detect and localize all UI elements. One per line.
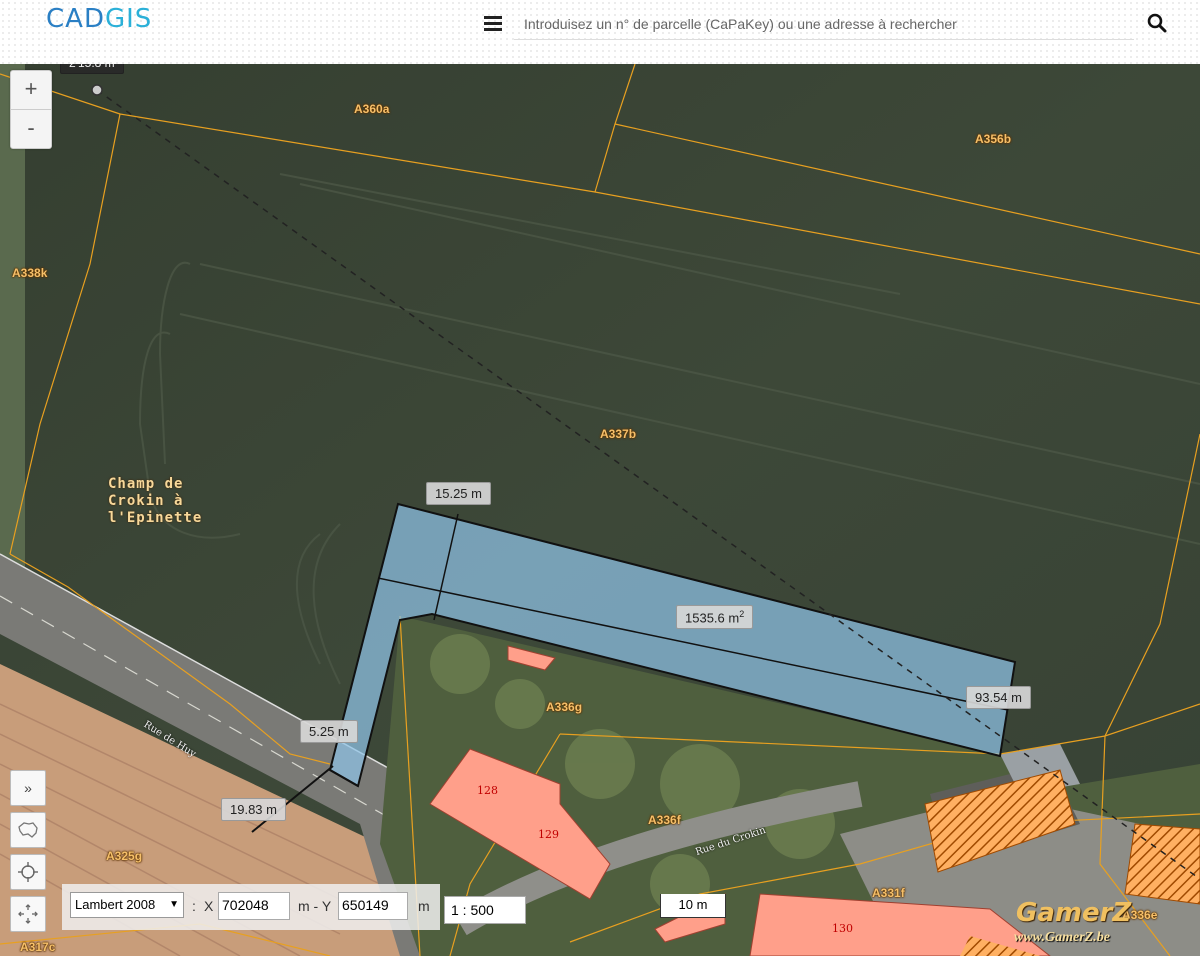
belgium-extent-button[interactable]: [10, 812, 46, 848]
logo[interactable]: CADGIS: [46, 4, 152, 34]
parcel-label: A317c: [20, 940, 56, 954]
top-bar: CADGIS: [0, 0, 1200, 64]
logo-gis: GIS: [104, 4, 153, 34]
place-name-label: Champ de Crokin à l'Epinette: [108, 476, 203, 526]
measure-label-top-edge: 15.25 m: [426, 482, 491, 505]
watermark-url: www.GamerZ.be: [1014, 930, 1110, 945]
search-input[interactable]: [514, 8, 1134, 40]
double-chevron-right-icon: »: [24, 780, 32, 796]
building-number: 129: [538, 828, 559, 841]
top-distance-tooltip: 2'15.8 m: [60, 64, 124, 74]
watermark-logo: GamerZ: [1016, 898, 1132, 928]
measure-label-area: 1535.6 m2: [676, 605, 754, 630]
geolocate-button[interactable]: [10, 854, 46, 890]
parcel-label: A338k: [12, 266, 48, 280]
building-number: 130: [832, 922, 853, 935]
crosshair-icon: [18, 862, 38, 882]
crs-select[interactable]: Lambert 2008 ▼: [70, 892, 184, 918]
search-icon[interactable]: [1146, 12, 1170, 36]
expand-panel-button[interactable]: »: [10, 770, 46, 806]
zoom-in-button[interactable]: +: [11, 71, 51, 109]
unit-label: m: [418, 898, 430, 914]
belgium-map-icon: [18, 822, 38, 838]
hamburger-menu-icon[interactable]: [484, 16, 502, 32]
parcel-label: A360a: [354, 102, 390, 116]
scale-bar: 10 m: [660, 894, 726, 918]
parcel-label: A337b: [600, 427, 637, 441]
building-number: 128: [477, 784, 498, 797]
zoom-out-button[interactable]: -: [11, 109, 51, 148]
parcel-label: A325g: [106, 849, 143, 863]
zoom-control: + -: [10, 70, 52, 149]
crs-selected-value: Lambert 2008: [75, 897, 156, 912]
move-arrows-icon: [18, 904, 38, 924]
parcel-label: A331f: [872, 886, 905, 900]
measure-label-right-edge: 93.54 m: [966, 686, 1031, 709]
scale-field[interactable]: 1 : 500: [444, 896, 526, 924]
coord-separator: :: [192, 898, 196, 914]
area-unit-sup: 2: [739, 609, 745, 619]
map-view[interactable]: 2'15.8 m A360a A356b A338k A337b A336g A…: [0, 64, 1200, 956]
dropdown-arrow-icon: ▼: [169, 899, 179, 910]
x-coordinate-field[interactable]: 702048: [218, 892, 290, 920]
logo-cad: CAD: [46, 4, 105, 34]
parcel-label: A336g: [546, 700, 583, 714]
y-coordinate-field[interactable]: 650149: [338, 892, 408, 920]
measure-label-bottom-line: 19.83 m: [221, 798, 286, 821]
measure-label-left-edge: 5.25 m: [300, 720, 358, 743]
fullscreen-button[interactable]: [10, 896, 46, 932]
y-label: m - Y: [298, 898, 332, 914]
parcel-label: A336f: [648, 813, 681, 827]
coordinate-panel: Lambert 2008 ▼ : X 702048 m - Y 650149 m: [62, 884, 440, 930]
x-label: X: [204, 898, 214, 914]
parcel-label: A356b: [975, 132, 1012, 146]
area-value: 1535.6 m: [685, 610, 740, 626]
